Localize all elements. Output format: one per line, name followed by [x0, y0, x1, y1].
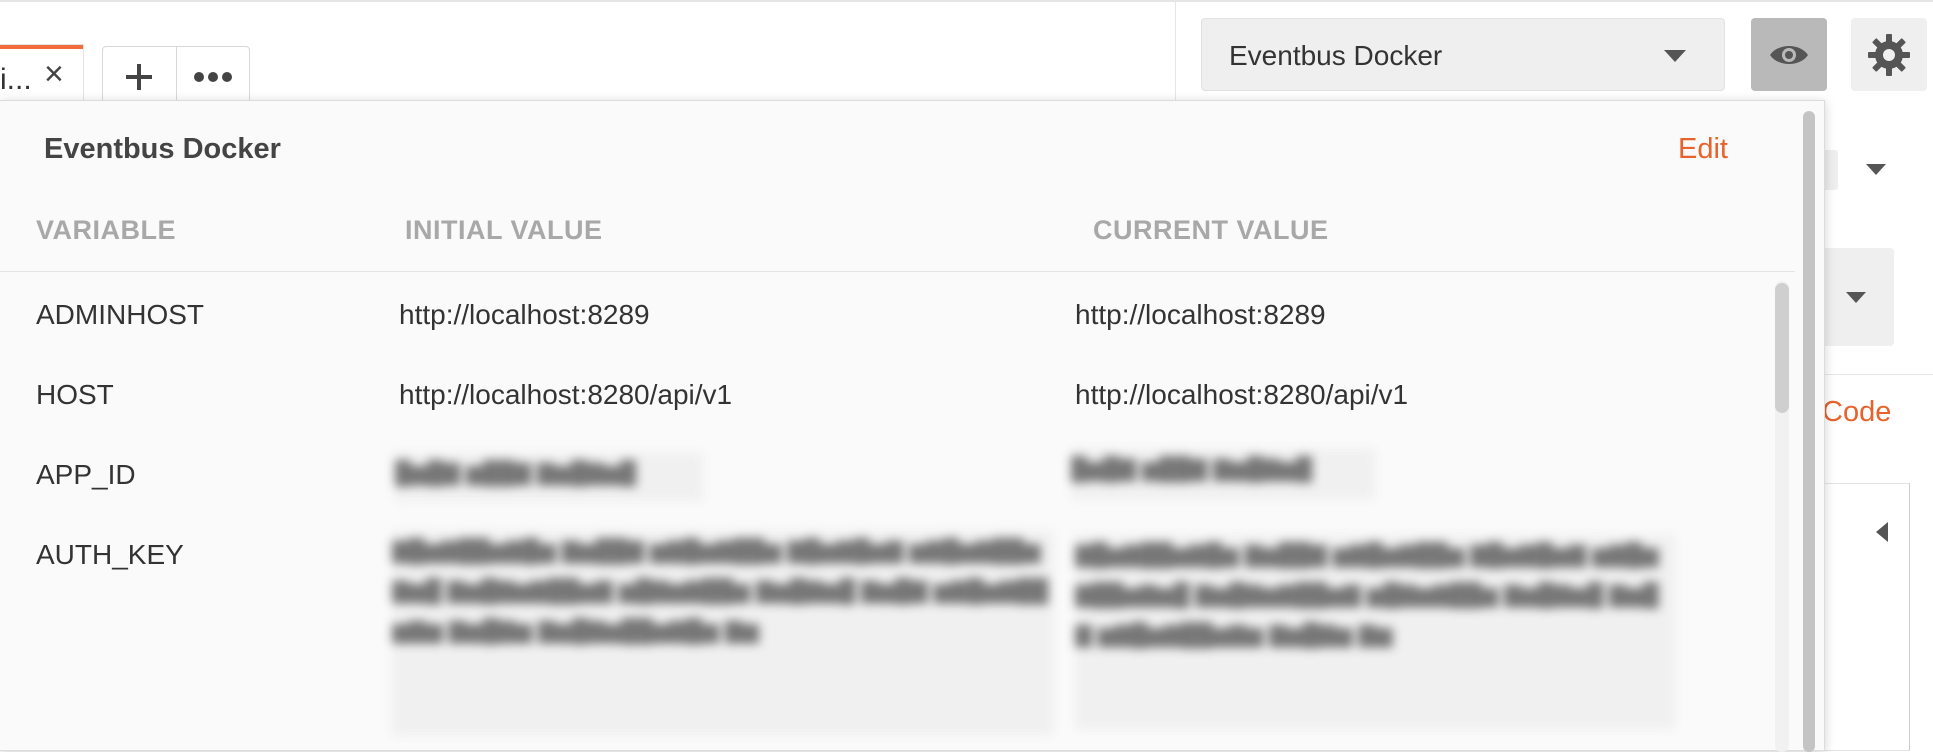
eye-icon [1770, 45, 1808, 64]
column-header-variable: VARIABLE [36, 215, 177, 245]
variable-name: HOST [36, 379, 114, 410]
chevron-down-icon [1846, 292, 1866, 303]
table-scrollbar-thumb[interactable] [1775, 283, 1789, 413]
environment-select-label: Eventbus Docker [1229, 40, 1443, 71]
initial-value: http://localhost:8289 [399, 299, 650, 330]
chevron-down-icon[interactable] [1866, 164, 1886, 175]
chevron-down-icon [1664, 50, 1686, 62]
popover-title: Eventbus Docker [44, 133, 281, 165]
popover-scrollbar[interactable] [1803, 111, 1815, 752]
redacted-current-value: █▆█▇ ▆██▇ ▇▆█▇▆█ [1071, 449, 1375, 499]
chevron-left-icon[interactable] [1876, 522, 1888, 542]
tab-label: i... [0, 63, 32, 96]
plus-icon [126, 64, 153, 90]
panel-divider [1812, 374, 1933, 375]
initial-value: http://localhost:8280/api/v1 [399, 379, 733, 410]
close-icon[interactable]: × [44, 57, 64, 91]
tab-active-indicator [0, 45, 83, 49]
environment-quick-look-popover: Eventbus Docker Edit VARIABLE INITIAL VA… [0, 100, 1825, 752]
header-divider [0, 271, 1795, 272]
variable-name: ADMINHOST [36, 299, 204, 330]
tab-options-button[interactable] [175, 47, 250, 107]
current-value: http://localhost:8289 [1075, 299, 1326, 330]
redacted-initial-value: ▇█▆▇██▆▇█▆ ▇▆██▇ ▆▇█▆▇██▆ ▇█▆▇█▆▇ ▆▇█▆▇█… [392, 531, 1054, 735]
request-tab[interactable]: i... × [0, 44, 84, 105]
redacted-initial-value: █▆█▇ ▆██▇ ▇▆█▇▆█ [395, 453, 703, 501]
variable-name: AUTH_KEY [36, 539, 184, 570]
add-tab-button[interactable] [103, 47, 176, 107]
column-header-initial-value: INITIAL VALUE [405, 215, 603, 245]
column-header-current-value: CURRENT VALUE [1093, 215, 1329, 245]
variable-name: APP_ID [36, 459, 136, 490]
partial-side-panel [1812, 483, 1910, 751]
code-link[interactable]: Code [1822, 396, 1891, 429]
header-divider [1175, 2, 1176, 102]
edit-environment-link[interactable]: Edit [1678, 133, 1728, 166]
manage-environments-button[interactable] [1851, 18, 1927, 91]
current-value: http://localhost:8280/api/v1 [1075, 379, 1409, 410]
gear-icon [1868, 33, 1910, 76]
environment-quick-look-button[interactable] [1751, 18, 1827, 91]
environment-select[interactable]: Eventbus Docker [1201, 18, 1725, 91]
more-icon [193, 72, 232, 82]
redacted-current-value: ▇█▆▇██▆▇█▆ ▇▆██▇ ▆▇█▆▇██▆ ▇█▆▇█▆▇ ▆▇█▆▇█… [1075, 535, 1675, 729]
tab-actions [102, 46, 250, 108]
